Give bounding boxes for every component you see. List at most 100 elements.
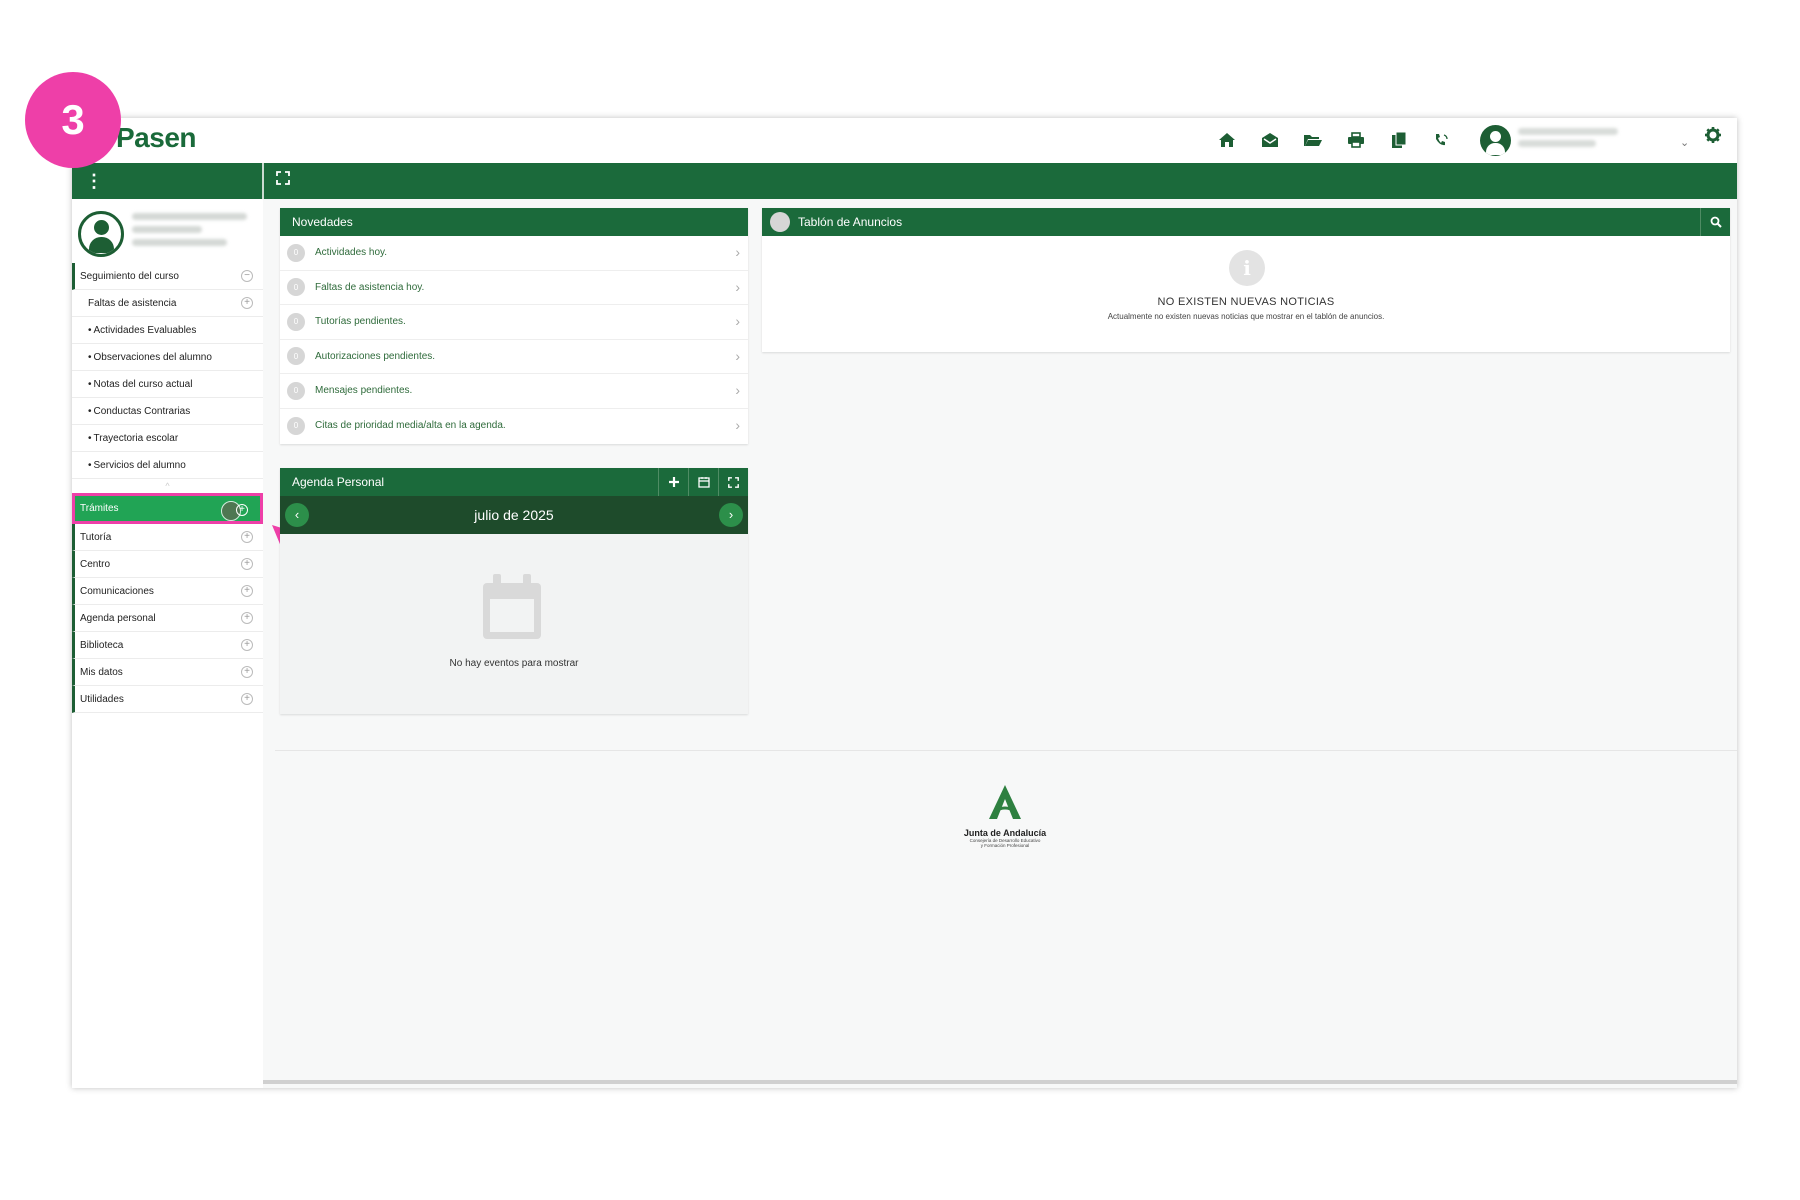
mail-icon[interactable]: [1255, 127, 1284, 153]
sidebar-item-tramites[interactable]: Trámites +: [72, 493, 263, 524]
sidebar: Seguimiento del curso − Faltas de asiste…: [72, 199, 263, 1088]
chevron-right-icon: ›: [735, 416, 740, 433]
sidebar-item-label: Observaciones del alumno: [93, 351, 212, 363]
sidebar-item-mis-datos[interactable]: Mis datos +: [72, 659, 263, 686]
expand-icon[interactable]: +: [241, 531, 253, 543]
fullscreen-icon[interactable]: [718, 468, 748, 496]
novedad-label: Mensajes pendientes.: [315, 385, 413, 397]
bullet-icon: •: [88, 378, 92, 390]
chevron-right-icon: ›: [735, 347, 740, 364]
sidebar-item-comunicaciones[interactable]: Comunicaciones +: [72, 578, 263, 605]
chevron-right-icon: ›: [735, 313, 740, 329]
count-badge: 0: [287, 243, 305, 262]
panel-title: Agenda Personal: [292, 475, 385, 489]
next-month-button[interactable]: ›: [719, 503, 743, 527]
agenda-month-bar: ‹ julio de 2025 ›: [280, 496, 748, 534]
tablon-header: Tablón de Anuncios: [762, 208, 1730, 236]
junta-logo-mark-icon: [989, 785, 1021, 819]
expand-icon[interactable]: +: [241, 612, 253, 624]
sidebar-subitem-servicios[interactable]: • Servicios del alumno: [72, 452, 263, 479]
home-icon[interactable]: [1212, 127, 1241, 153]
expand-icon[interactable]: +: [241, 639, 253, 651]
print-icon[interactable]: [1341, 127, 1370, 153]
add-event-button[interactable]: [658, 468, 688, 496]
no-news-subtitle: Actualmente no existen nuevas noticias q…: [1107, 312, 1385, 321]
novedad-label: Citas de prioridad media/alta en la agen…: [315, 420, 506, 432]
chevron-right-icon: ›: [735, 278, 740, 295]
sidebar-item-label: Utilidades: [80, 693, 124, 705]
calendar-icon[interactable]: [688, 468, 718, 496]
sidebar-item-label: Agenda personal: [80, 612, 156, 624]
sidebar-item-label: Tutoría: [80, 531, 112, 543]
count-badge: [770, 212, 790, 232]
top-icon-group: [1212, 127, 1456, 153]
app-logo[interactable]: Pasen: [116, 122, 197, 154]
expand-icon[interactable]: +: [236, 504, 248, 516]
sidebar-item-label: Comunicaciones: [80, 585, 154, 597]
sidebar-subitem-trayectoria[interactable]: • Trayectoria escolar: [72, 425, 263, 452]
chevron-up-icon[interactable]: ^: [72, 479, 263, 493]
folder-open-icon[interactable]: [1298, 127, 1327, 153]
sidebar-item-utilidades[interactable]: Utilidades +: [72, 686, 263, 713]
sidebar-item-label: Servicios del alumno: [93, 459, 186, 471]
novedad-row-citas[interactable]: 0 Citas de prioridad media/alta en la age…: [280, 409, 748, 444]
sidebar-item-seguimiento[interactable]: Seguimiento del curso −: [72, 263, 263, 290]
novedad-row-actividades[interactable]: 0 Actividades hoy. ›: [280, 236, 748, 271]
sidebar-item-label: Centro: [80, 558, 111, 570]
student-avatar[interactable]: [78, 211, 124, 257]
gear-icon[interactable]: [1704, 126, 1722, 150]
count-badge: 0: [287, 381, 305, 400]
toolbar-divider: [262, 163, 264, 199]
novedad-row-autorizaciones[interactable]: 0 Autorizaciones pendientes. ›: [280, 340, 748, 374]
sidebar-item-label: Conductas Contrarias: [93, 405, 191, 417]
green-toolbar: ⋮: [72, 163, 1737, 199]
agenda-panel: Agenda Personal ‹ julio de 2025 › No hay…: [280, 468, 748, 714]
expand-icon[interactable]: +: [241, 585, 253, 597]
junta-andalucia-logo: Junta de Andalucía Consejería de Desarro…: [950, 783, 1060, 853]
expand-icon[interactable]: +: [241, 666, 253, 678]
profile-block: [72, 199, 263, 263]
novedad-label: Actividades hoy.: [315, 247, 388, 259]
sidebar-item-biblioteca[interactable]: Biblioteca +: [72, 632, 263, 659]
tablon-panel: Tablón de Anuncios i NO EXISTEN NUEVAS N…: [762, 208, 1730, 352]
phone-icon[interactable]: [1427, 127, 1456, 153]
collapse-icon[interactable]: −: [241, 270, 253, 282]
sidebar-subitem-notas[interactable]: • Notas del curso actual: [72, 371, 263, 398]
sidebar-item-tutoria[interactable]: Tutoría +: [72, 524, 263, 551]
sidebar-subitem-actividades[interactable]: • Actividades Evaluables: [72, 317, 263, 344]
user-menu-caret[interactable]: ⌄: [1680, 136, 1689, 149]
student-name-blurred: [132, 213, 252, 252]
search-icon[interactable]: [1700, 208, 1730, 236]
sidebar-item-label: Faltas de asistencia: [88, 297, 177, 309]
novedad-row-faltas[interactable]: 0 Faltas de asistencia hoy. ›: [280, 271, 748, 305]
sidebar-item-label: Trayectoria escolar: [93, 432, 179, 444]
expand-icon[interactable]: +: [241, 558, 253, 570]
novedad-row-tutorias[interactable]: 0 Tutorías pendientes. ›: [280, 305, 748, 340]
user-avatar[interactable]: [1480, 125, 1511, 156]
sidebar-item-centro[interactable]: Centro +: [72, 551, 263, 578]
sidebar-subitem-observaciones[interactable]: • Observaciones del alumno: [72, 344, 263, 371]
expand-icon[interactable]: +: [241, 693, 253, 705]
footer-divider: [275, 750, 1737, 751]
agenda-header: Agenda Personal: [280, 468, 748, 496]
user-name-blurred[interactable]: [1518, 128, 1628, 154]
panel-title: Novedades: [292, 215, 353, 229]
sidebar-subitem-conductas[interactable]: • Conductas Contrarias: [72, 398, 263, 425]
logo-name: Junta de Andalucía: [963, 828, 1047, 838]
novedad-label: Tutorías pendientes.: [315, 316, 406, 328]
bullet-icon: •: [88, 324, 92, 336]
kebab-menu-icon[interactable]: ⋮: [85, 172, 103, 190]
step-number-badge: 3: [25, 72, 121, 168]
agenda-month-label: julio de 2025: [474, 507, 554, 523]
sidebar-item-agenda[interactable]: Agenda personal +: [72, 605, 263, 632]
sidebar-item-label: Notas del curso actual: [93, 378, 193, 390]
sidebar-subitem-faltas[interactable]: Faltas de asistencia +: [72, 290, 263, 317]
sidebar-item-label: Trámites: [80, 503, 119, 514]
documents-icon[interactable]: [1384, 127, 1413, 153]
novedad-row-mensajes[interactable]: 0 Mensajes pendientes. ›: [280, 374, 748, 409]
expand-icon[interactable]: +: [241, 297, 253, 309]
fullscreen-icon[interactable]: [276, 171, 290, 188]
horizontal-scrollbar[interactable]: [263, 1080, 1737, 1084]
prev-month-button[interactable]: ‹: [285, 503, 309, 527]
bullet-icon: •: [88, 459, 92, 471]
